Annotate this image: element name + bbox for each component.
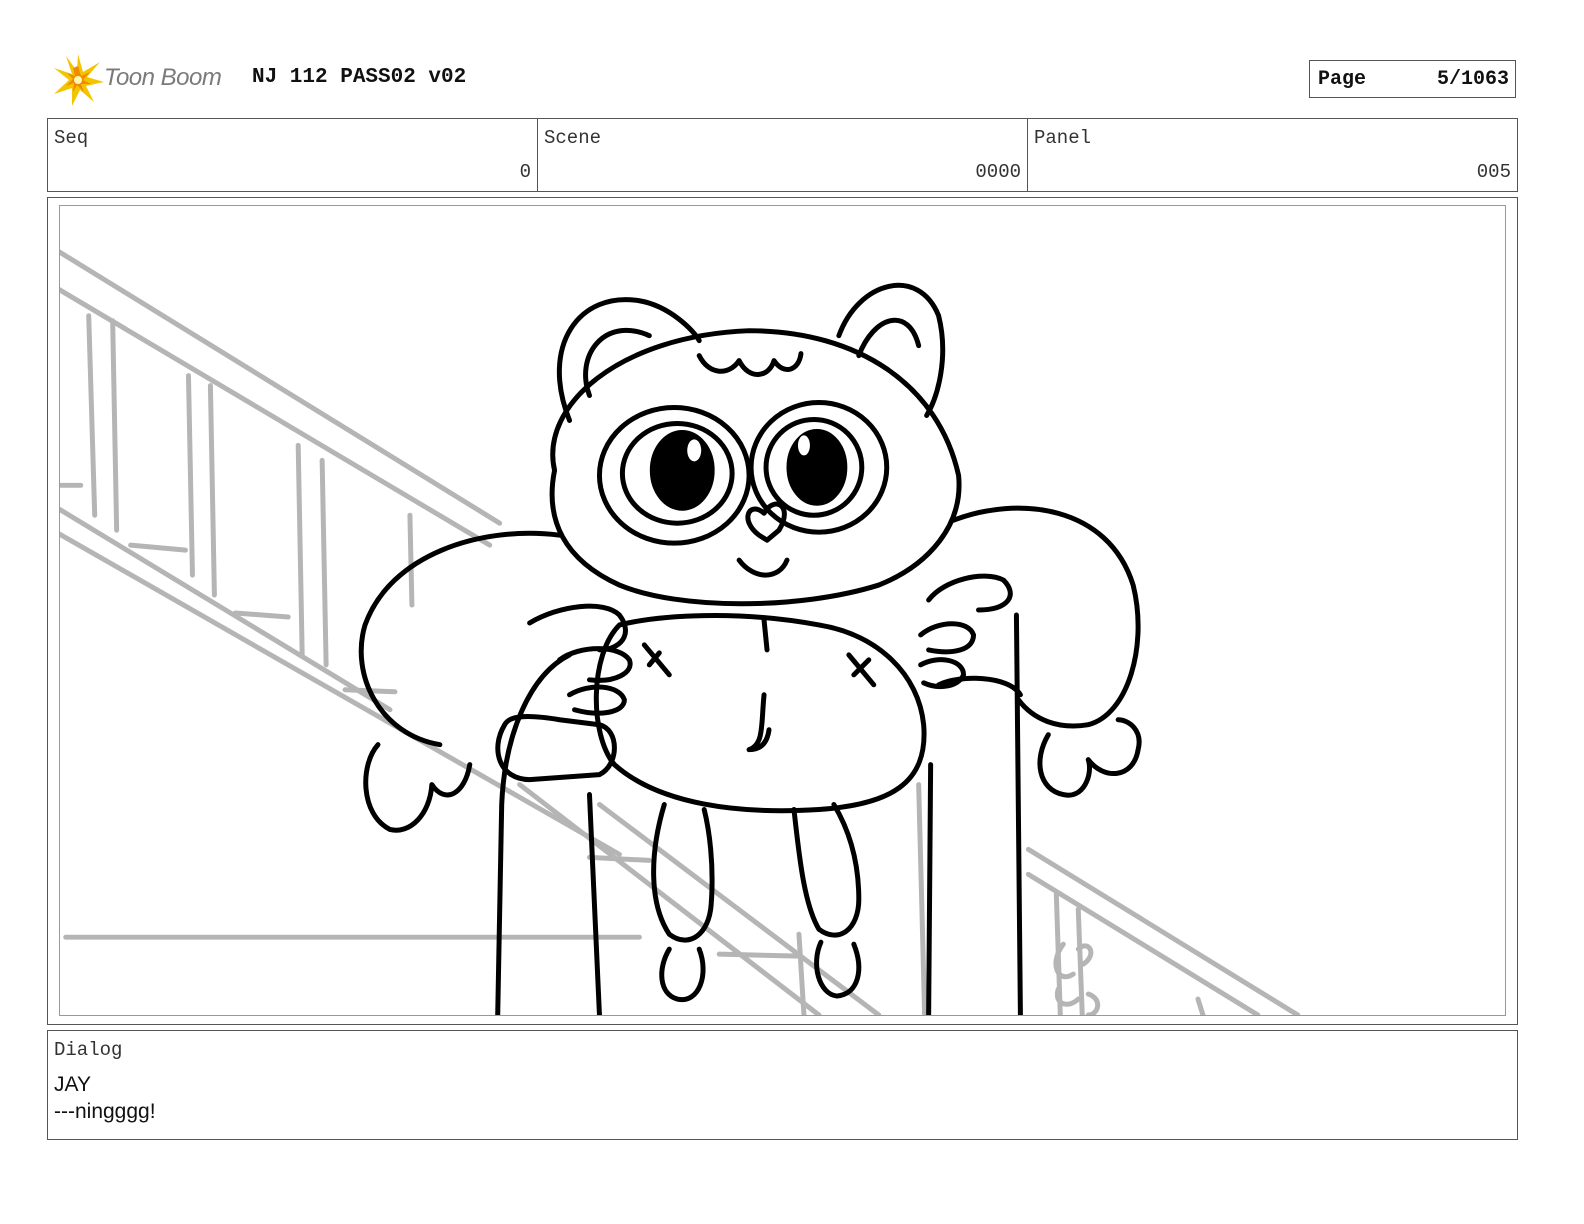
page-label: Page xyxy=(1318,68,1367,91)
seq-cell: Seq 0 xyxy=(48,119,538,191)
dialog-label: Dialog xyxy=(54,1039,123,1061)
page-counter: Page 5/1063 xyxy=(1309,60,1516,98)
panel-label: Panel xyxy=(1034,127,1092,149)
storyboard-panel-frame xyxy=(47,197,1518,1025)
seq-value: 0 xyxy=(519,161,531,183)
scene-value: 0000 xyxy=(975,161,1021,183)
storyboard-panel-image xyxy=(59,205,1506,1016)
scene-label: Scene xyxy=(544,127,602,149)
panel-cell: Panel 005 xyxy=(1028,119,1517,191)
page-value: 5/1063 xyxy=(1436,68,1509,91)
dialog-speaker: JAY xyxy=(54,1073,91,1096)
dialog-box: Dialog JAY ---ningggg! xyxy=(47,1030,1518,1140)
sketch-drawing xyxy=(60,249,1301,1015)
info-row: Seq 0 Scene 0000 Panel 005 xyxy=(47,118,1518,192)
character-sketch xyxy=(358,282,1142,1015)
staircase-background xyxy=(60,249,1301,1015)
scene-cell: Scene 0000 xyxy=(538,119,1028,191)
logo-text: Toon Boom xyxy=(104,64,222,91)
seq-label: Seq xyxy=(54,127,89,149)
toon-boom-logo: Toon Boom xyxy=(48,50,240,110)
document-title: NJ 112 PASS02 v02 xyxy=(252,66,467,89)
dialog-line: ---ningggg! xyxy=(54,1100,156,1123)
panel-value: 005 xyxy=(1476,161,1511,183)
